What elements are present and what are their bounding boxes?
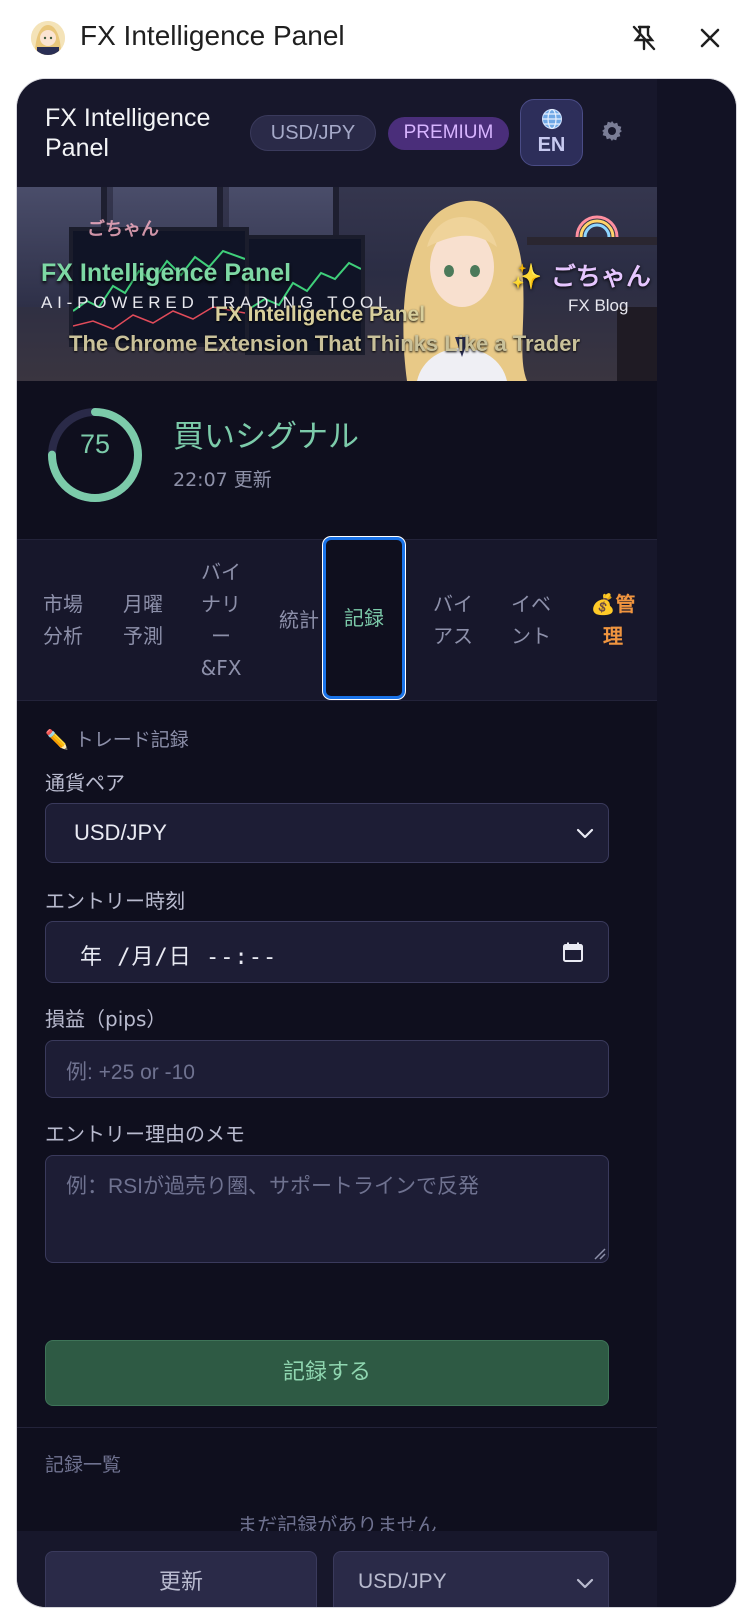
signal-label: 買いシグナル <box>173 419 359 455</box>
chevron-down-icon <box>576 828 594 839</box>
tab-bias[interactable]: バイ アス <box>415 540 491 700</box>
tab-label: 統計 <box>279 608 319 632</box>
refresh-button[interactable]: 更新 <box>45 1551 317 1607</box>
memo-textarea[interactable]: 例：RSIが過売り圏、サポートラインで反発 <box>45 1155 609 1263</box>
signal-score: 75 <box>79 429 111 459</box>
records-list-title: 記録一覧 <box>45 1454 122 1476</box>
footer-bar: 更新 USD/JPY <box>17 1531 657 1607</box>
panel-gutter <box>657 79 736 1607</box>
tab-records[interactable]: 記録 <box>323 537 405 699</box>
banner-brand: ✨ ごちゃん <box>511 262 651 291</box>
pips-input[interactable]: 例: +25 or -10 <box>45 1040 609 1098</box>
tab-label: バイ ナリ ー &FX <box>200 560 242 680</box>
app-title: FX Intelligence Panel <box>45 104 211 162</box>
banner-caption-tagline: The Chrome Extension That Thinks Like a … <box>69 331 581 356</box>
footer-pair-select[interactable]: USD/JPY <box>333 1551 609 1607</box>
memo-placeholder: 例：RSIが過売り圏、サポートラインで反発 <box>66 1175 480 1198</box>
pips-placeholder: 例: +25 or -10 <box>66 1061 195 1084</box>
tab-admin[interactable]: 💰管 理 <box>571 540 655 700</box>
close-icon[interactable] <box>694 22 726 54</box>
tab-label: 市場 分析 <box>43 592 83 648</box>
app-header: FX Intelligence Panel USD/JPY PREMIUM EN <box>17 79 657 187</box>
entry-time-value: 年 /月/日 --:-- <box>80 945 278 970</box>
tab-label: 記録 <box>344 606 384 630</box>
trade-record-form: ✏️ トレード記録 通貨ペア USD/JPY エントリー時刻 年 /月/日 --… <box>17 701 657 1537</box>
tab-market-analysis[interactable]: 市場 分析 <box>27 540 99 700</box>
promo-banner: ごちゃん FX Intelligence Panel AI-POWERED TR… <box>17 187 657 381</box>
side-panel-title: FX Intelligence Panel <box>80 20 345 51</box>
side-panel-header: FX Intelligence Panel <box>0 0 754 78</box>
tab-label: 月曜 予測 <box>123 592 163 648</box>
tab-monday-forecast[interactable]: 月曜 予測 <box>105 540 181 700</box>
divider <box>17 1427 657 1428</box>
anime-avatar-icon <box>31 21 65 55</box>
tab-binary-fx[interactable]: バイ ナリ ー &FX <box>183 540 259 700</box>
unpin-icon[interactable] <box>628 22 660 54</box>
calendar-icon[interactable] <box>562 941 584 963</box>
section-title: ✏️ トレード記録 <box>45 729 189 751</box>
footer-pair-value: USD/JPY <box>358 1570 447 1593</box>
banner-title: FX Intelligence Panel <box>41 259 292 287</box>
gear-icon[interactable] <box>600 119 624 143</box>
memo-label: エントリー理由のメモ <box>45 1122 245 1146</box>
language-code: EN <box>537 134 566 156</box>
globe-icon <box>541 108 563 130</box>
entry-time-input[interactable]: 年 /月/日 --:-- <box>45 921 609 983</box>
tab-bar: 市場 分析 月曜 予測 バイ ナリ ー &FX 統計 記録 バイ アス イベ ン… <box>17 537 657 701</box>
chevron-down-icon <box>576 1578 594 1589</box>
banner-tag: ごちゃん <box>87 219 159 240</box>
signal-summary: 75 買いシグナル 22:07 更新 <box>17 381 657 539</box>
resize-handle-icon[interactable] <box>592 1246 606 1260</box>
pair-select[interactable]: USD/JPY <box>45 803 609 863</box>
tab-label: バイ アス <box>433 592 473 648</box>
language-toggle-button[interactable]: EN <box>520 99 583 166</box>
pair-badge: USD/JPY <box>250 115 376 151</box>
signal-updated-time: 22:07 更新 <box>173 469 272 491</box>
entry-time-label: エントリー時刻 <box>45 889 185 913</box>
pips-label: 損益（pips） <box>45 1007 167 1031</box>
extension-panel: FX Intelligence Panel USD/JPY PREMIUM EN <box>16 78 737 1608</box>
pair-label: 通貨ペア <box>45 771 125 795</box>
banner-blog-label: FX Blog <box>568 296 629 315</box>
tab-events[interactable]: イベ ント <box>493 540 569 700</box>
premium-badge: PREMIUM <box>388 117 509 150</box>
pair-select-value: USD/JPY <box>74 820 167 845</box>
tab-label: 💰管 理 <box>590 592 636 648</box>
tab-label: イベ ント <box>511 592 551 648</box>
banner-caption-title: FX Intelligence Panel <box>215 303 426 326</box>
record-submit-button[interactable]: 記録する <box>45 1340 609 1406</box>
